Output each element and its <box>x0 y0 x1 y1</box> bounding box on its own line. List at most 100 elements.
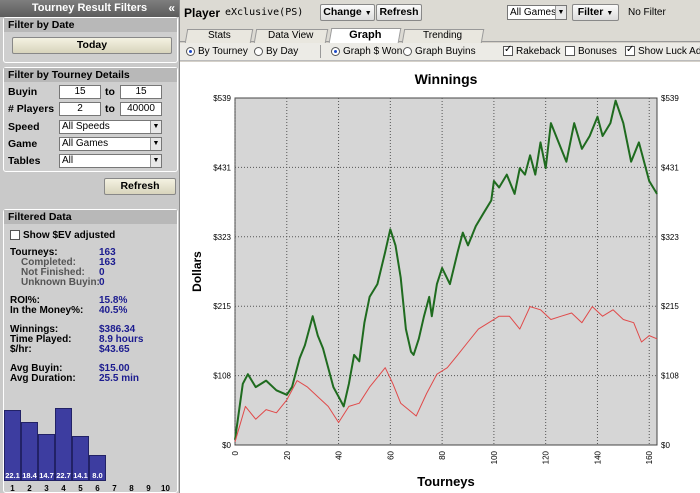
buyin-max-input[interactable]: 15 <box>120 85 162 99</box>
players-label: # Players <box>8 103 55 115</box>
bonuses-label: Bonuses <box>578 46 617 57</box>
y-tick-label-right: $215 <box>661 302 679 311</box>
tab-data-view[interactable]: Data View <box>253 29 329 43</box>
filter-by-details-title: Filter by Tourney Details <box>4 68 177 82</box>
options-divider <box>320 45 321 58</box>
speed-select-value: All Speeds <box>62 121 110 132</box>
players-min-input[interactable]: 2 <box>59 102 101 116</box>
y-tick-label-left: $215 <box>213 302 231 311</box>
avg-duration-label: Avg Duration: <box>10 373 76 384</box>
bonuses-checkbox[interactable] <box>565 46 575 57</box>
show-ev-label: Show $EV adjusted <box>23 230 116 241</box>
histogram-bar-label: 22.7 <box>56 471 71 480</box>
plot-area <box>234 97 658 446</box>
y-tick-label-right: $0 <box>661 441 670 450</box>
by-day-label: By Day <box>266 46 299 57</box>
players-max-input[interactable]: 40000 <box>120 102 162 116</box>
refresh-filters-button[interactable]: Refresh <box>104 178 176 195</box>
player-toolbar: Player eXclusive(PS) Change ▼ Refresh All… <box>180 0 700 27</box>
chevron-down-icon[interactable]: ▼ <box>150 138 161 150</box>
speed-label: Speed <box>8 121 40 133</box>
filter-panel-title-text: Tourney Result Filters <box>31 2 148 14</box>
by-day-option[interactable]: By Day <box>254 46 298 57</box>
x-tick-label: 120 <box>542 450 551 464</box>
y-tick-label-left: $323 <box>213 233 231 242</box>
graph-buyins-radio[interactable] <box>403 46 412 56</box>
x-tick-label: 160 <box>645 450 654 464</box>
histogram-bar-label: 18.4 <box>22 471 37 480</box>
by-day-radio[interactable] <box>254 46 263 56</box>
filter-status: No Filter <box>628 7 666 18</box>
filtered-data-title: Filtered Data <box>4 210 177 224</box>
histogram-position-label: 6 <box>95 484 100 493</box>
tab-graph[interactable]: Graph <box>328 28 402 43</box>
game-label: Game <box>8 138 38 150</box>
filter-panel-title: Tourney Result Filters « <box>0 0 179 17</box>
x-tick-label: 80 <box>438 450 447 459</box>
graph-won-option[interactable]: Graph $ Won <box>331 46 402 57</box>
per-hour-value: $43.65 <box>99 344 130 355</box>
y-tick-label-left: $108 <box>213 372 231 381</box>
buyin-label: Buyin <box>8 86 38 98</box>
games-select-value: All Games <box>510 7 557 18</box>
histogram-position-label: 3 <box>44 484 49 493</box>
game-select[interactable]: All Games ▼ <box>59 137 162 151</box>
player-label: Player <box>184 6 221 20</box>
graph-won-radio[interactable] <box>331 46 340 56</box>
histogram-position-label: 9 <box>146 484 151 493</box>
buyin-min-input[interactable]: 15 <box>59 85 101 99</box>
filter-button-label: Filter <box>577 6 604 18</box>
show-ev-toggle[interactable]: Show $EV adjusted <box>10 230 115 241</box>
games-select[interactable]: All Games ▼ <box>507 5 567 20</box>
chevron-down-icon[interactable]: ▼ <box>555 6 566 19</box>
unknown-buyin-label: Unknown Buyin: <box>21 277 100 288</box>
rakeback-checkbox[interactable] <box>503 44 513 57</box>
show-ev-checkbox[interactable] <box>10 230 20 241</box>
graph-buyins-label: Graph Buyins <box>415 46 476 57</box>
chevron-down-icon: ▼ <box>364 10 372 17</box>
show-luck-label: Show Luck Adju <box>638 46 700 57</box>
change-player-button[interactable]: Change ▼ <box>320 4 375 21</box>
speed-select[interactable]: All Speeds ▼ <box>59 120 162 134</box>
avg-duration-value: 25.5 min <box>99 373 140 384</box>
histogram-bar-label: 14.1 <box>73 471 88 480</box>
player-name: eXclusive(PS) <box>225 7 304 18</box>
view-tabs: Stats Data View Graph Trending <box>180 27 700 43</box>
tab-trending-label: Trending <box>423 30 463 41</box>
tables-label: Tables <box>8 155 41 167</box>
tab-graph-label: Graph <box>348 29 382 41</box>
refresh-button[interactable]: Refresh <box>376 4 422 21</box>
change-player-label: Change <box>323 6 362 18</box>
graph-buyins-option[interactable]: Graph Buyins <box>403 46 476 57</box>
chart-title: Winnings <box>415 71 478 87</box>
tab-trending[interactable]: Trending <box>401 29 485 43</box>
by-tourney-radio[interactable] <box>186 46 195 56</box>
x-tick-label: 60 <box>386 450 395 459</box>
tab-stats[interactable]: Stats <box>184 29 254 43</box>
y-tick-label-left: $539 <box>213 94 231 103</box>
by-tourney-option[interactable]: By Tourney <box>186 46 248 57</box>
tab-data-view-label: Data View <box>268 30 314 41</box>
filter-by-date-title: Filter by Date <box>4 18 177 32</box>
x-tick-label: 100 <box>490 450 499 464</box>
chevron-down-icon[interactable]: ▼ <box>150 155 161 167</box>
winnings-graph: $0 $0 $108 $108 $215 $215 $323 $323 $431 $431 $539… <box>180 62 700 493</box>
rakeback-option[interactable]: Rakeback <box>503 44 560 57</box>
by-tourney-label: By Tourney <box>198 46 248 57</box>
bonuses-option[interactable]: Bonuses <box>565 46 617 57</box>
y-tick-label-right: $323 <box>661 233 679 242</box>
collapse-panel-button[interactable]: « <box>168 0 175 17</box>
histogram-bar-label: 22.1 <box>5 471 20 480</box>
tables-select[interactable]: All ▼ <box>59 154 162 168</box>
unknown-buyin-value: 0 <box>99 277 105 288</box>
y-tick-label-right: $108 <box>661 372 679 381</box>
y-axis-label: Dollars <box>190 251 204 292</box>
y-tick-label-right: $431 <box>661 163 679 172</box>
filter-button[interactable]: Filter ▼ <box>572 4 619 21</box>
today-button[interactable]: Today <box>12 37 172 54</box>
show-luck-checkbox[interactable] <box>625 44 635 57</box>
chevron-down-icon[interactable]: ▼ <box>150 121 161 133</box>
show-luck-option[interactable]: Show Luck Adju <box>625 44 700 57</box>
filter-by-details-group: Filter by Tourney Details Buyin 15 to 15… <box>3 67 178 172</box>
y-tick-label-right: $539 <box>661 94 679 103</box>
